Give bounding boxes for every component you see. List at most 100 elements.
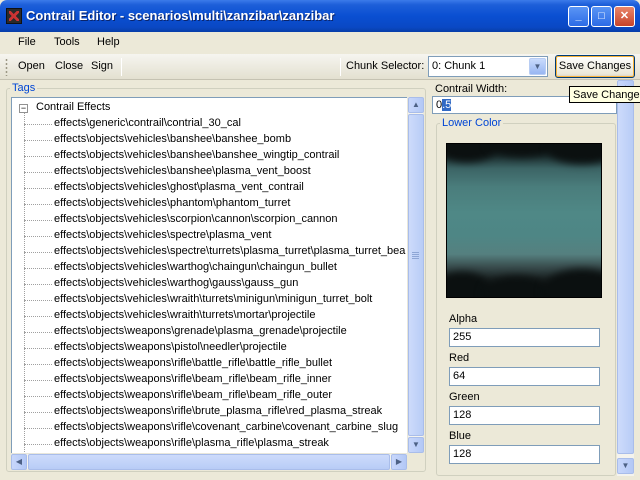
app-icon[interactable] — [6, 8, 22, 24]
tags-hscroll-thumb[interactable] — [28, 454, 390, 470]
lower-color-preview — [446, 143, 602, 298]
red-field[interactable]: 64 — [449, 367, 600, 386]
tree-item-label: effects\objects\weapons\rifle\battle_rif… — [54, 357, 333, 369]
tree-connector-line — [24, 444, 52, 445]
tree-connector-line — [24, 332, 52, 333]
tree-item[interactable]: effects\objects\weapons\rifle\brute_plas… — [12, 404, 407, 420]
scroll-grip-icon — [412, 252, 419, 259]
toolbar-separator — [121, 58, 122, 76]
tree-connector-line — [24, 348, 52, 349]
close-button[interactable]: Close — [55, 60, 83, 72]
tree-item[interactable]: effects\objects\vehicles\banshee\banshee… — [12, 132, 407, 148]
tree-item-label: effects\objects\weapons\rifle\beam_rifle… — [54, 389, 333, 401]
tree-item[interactable]: effects\generic\contrail\contrial_30_cal — [12, 116, 407, 132]
contrail-width-label: Contrail Width: — [435, 83, 508, 95]
tree-item[interactable]: effects\objects\vehicles\banshee\plasma_… — [12, 164, 407, 180]
tree-connector-line — [24, 300, 52, 301]
chevron-down-icon[interactable]: ▼ — [529, 58, 546, 75]
tree-item[interactable]: effects\objects\weapons\rifle\beam_rifle… — [12, 372, 407, 388]
tree-item[interactable]: effects\objects\weapons\rifle\covenant_c… — [12, 420, 407, 436]
tree-connector-line — [24, 188, 52, 189]
close-window-button[interactable]: ✕ — [614, 6, 635, 27]
toolbar-separator — [340, 58, 341, 76]
tree-connector-line — [24, 412, 52, 413]
tree-connector-line — [24, 156, 52, 157]
tree-item[interactable]: effects\objects\vehicles\warthog\gauss\g… — [12, 276, 407, 292]
blue-field[interactable]: 128 — [449, 445, 600, 464]
tree-connector-line — [24, 236, 52, 237]
open-button[interactable]: Open — [18, 60, 45, 72]
tree-item[interactable]: effects\objects\vehicles\spectre\plasma_… — [12, 228, 407, 244]
tree-connector-line — [24, 316, 52, 317]
tree-item[interactable]: effects\objects\vehicles\spectre\turrets… — [12, 244, 407, 260]
tree-item-label: effects\objects\vehicles\phantom\phantom… — [54, 197, 291, 209]
tree-connector-line — [24, 252, 52, 253]
tree-connector-line — [24, 284, 52, 285]
scroll-up-arrow-icon[interactable]: ▲ — [408, 97, 424, 113]
tree-item[interactable]: effects\objects\weapons\rifle\battle_rif… — [12, 356, 407, 372]
tree-item-label: effects\objects\vehicles\wraith\turrets\… — [54, 309, 316, 321]
properties-scroll-thumb[interactable] — [617, 98, 634, 454]
tree-item-label: effects\generic\contrail\contrial_30_cal — [54, 117, 241, 129]
tree-item-label: effects\objects\vehicles\scorpion\cannon… — [54, 213, 338, 225]
tree-root-label: Contrail Effects — [36, 101, 111, 113]
tree-item[interactable]: effects\objects\vehicles\scorpion\cannon… — [12, 212, 407, 228]
tree-item[interactable]: effects\objects\vehicles\ghost\plasma_ve… — [12, 180, 407, 196]
tree-item-label: effects\objects\vehicles\wraith\turrets\… — [54, 293, 373, 305]
tags-vertical-scrollbar[interactable]: ▲ ▼ — [407, 97, 424, 453]
tree-item-label: effects\objects\vehicles\warthog\gauss\g… — [54, 277, 299, 289]
menu-help[interactable]: Help — [97, 36, 120, 48]
menu-file[interactable]: File — [18, 36, 36, 48]
tree-item[interactable]: effects\objects\vehicles\banshee\banshee… — [12, 148, 407, 164]
tree-item-label: effects\objects\weapons\pistol\needler\p… — [54, 341, 287, 353]
toolbar-grip[interactable] — [5, 58, 8, 76]
tags-tree[interactable]: − Contrail Effects effects\generic\contr… — [11, 97, 423, 469]
chunk-selected-value: 0: Chunk 1 — [432, 60, 486, 72]
tree-item[interactable]: effects\objects\vehicles\warthog\chaingu… — [12, 260, 407, 276]
properties-vertical-scrollbar[interactable]: ▲ ▼ — [617, 80, 634, 476]
tree-item-label: effects\objects\vehicles\banshee\banshee… — [54, 133, 292, 145]
tags-group-label: Tags — [10, 82, 38, 94]
tree-item[interactable]: effects\objects\vehicles\wraith\turrets\… — [12, 308, 407, 324]
tags-horizontal-scrollbar[interactable]: ◀ ▶ — [11, 453, 407, 470]
lower-color-label: Lower Color — [440, 117, 504, 129]
tree-item-label: effects\objects\weapons\rifle\covenant_c… — [54, 421, 399, 433]
tree-item[interactable]: effects\objects\weapons\grenade\plasma_g… — [12, 324, 407, 340]
tree-connector-line — [24, 268, 52, 269]
save-tooltip: Save Changes — [569, 86, 640, 103]
tree-item[interactable]: effects\objects\weapons\rifle\beam_rifle… — [12, 388, 407, 404]
tree-connector-line — [24, 364, 52, 365]
scroll-down-arrow-icon[interactable]: ▼ — [408, 437, 424, 453]
minimize-button[interactable]: _ — [568, 6, 589, 27]
chunk-selector-dropdown[interactable]: 0: Chunk 1 ▼ — [428, 56, 548, 77]
green-field[interactable]: 128 — [449, 406, 600, 425]
tree-item[interactable]: effects\objects\vehicles\phantom\phantom… — [12, 196, 407, 212]
tags-scroll-thumb[interactable] — [408, 114, 424, 436]
minus-box-icon[interactable]: − — [19, 104, 28, 113]
tree-item-label: effects\objects\weapons\rifle\beam_rifle… — [54, 373, 332, 385]
tree-item-label: effects\objects\weapons\grenade\plasma_g… — [54, 325, 347, 337]
tree-connector-line — [24, 172, 52, 173]
tree-item[interactable]: effects\objects\vehicles\wraith\turrets\… — [12, 292, 407, 308]
maximize-button[interactable]: □ — [591, 6, 612, 27]
tree-item-label: effects\objects\vehicles\banshee\banshee… — [54, 149, 340, 161]
tree-item-label: effects\objects\weapons\rifle\plasma_rif… — [54, 437, 329, 449]
scroll-corner — [407, 453, 423, 469]
tree-item[interactable]: effects\objects\weapons\pistol\needler\p… — [12, 340, 407, 356]
chunk-selector-label: Chunk Selector: — [346, 60, 425, 72]
save-changes-button[interactable]: Save Changes — [555, 55, 635, 78]
menu-tools[interactable]: Tools — [54, 36, 80, 48]
scroll-down-arrow-icon[interactable]: ▼ — [617, 458, 634, 474]
tree-connector-line — [24, 204, 52, 205]
contrail-width-selection: .5 — [442, 99, 452, 111]
title-bar[interactable]: Contrail Editor - scenarios\multi\zanzib… — [0, 0, 640, 32]
sign-button[interactable]: Sign — [91, 60, 113, 72]
tree-item[interactable]: effects\objects\weapons\rifle\plasma_rif… — [12, 436, 407, 452]
scroll-right-arrow-icon[interactable]: ▶ — [391, 454, 407, 470]
tree-item-label: effects\objects\weapons\rifle\brute_plas… — [54, 405, 383, 417]
tree-connector-line — [24, 396, 52, 397]
tree-item-label: effects\objects\vehicles\spectre\plasma_… — [54, 229, 272, 241]
alpha-field[interactable]: 255 — [449, 328, 600, 347]
tree-connector-line — [24, 124, 52, 125]
scroll-left-arrow-icon[interactable]: ◀ — [11, 454, 27, 470]
